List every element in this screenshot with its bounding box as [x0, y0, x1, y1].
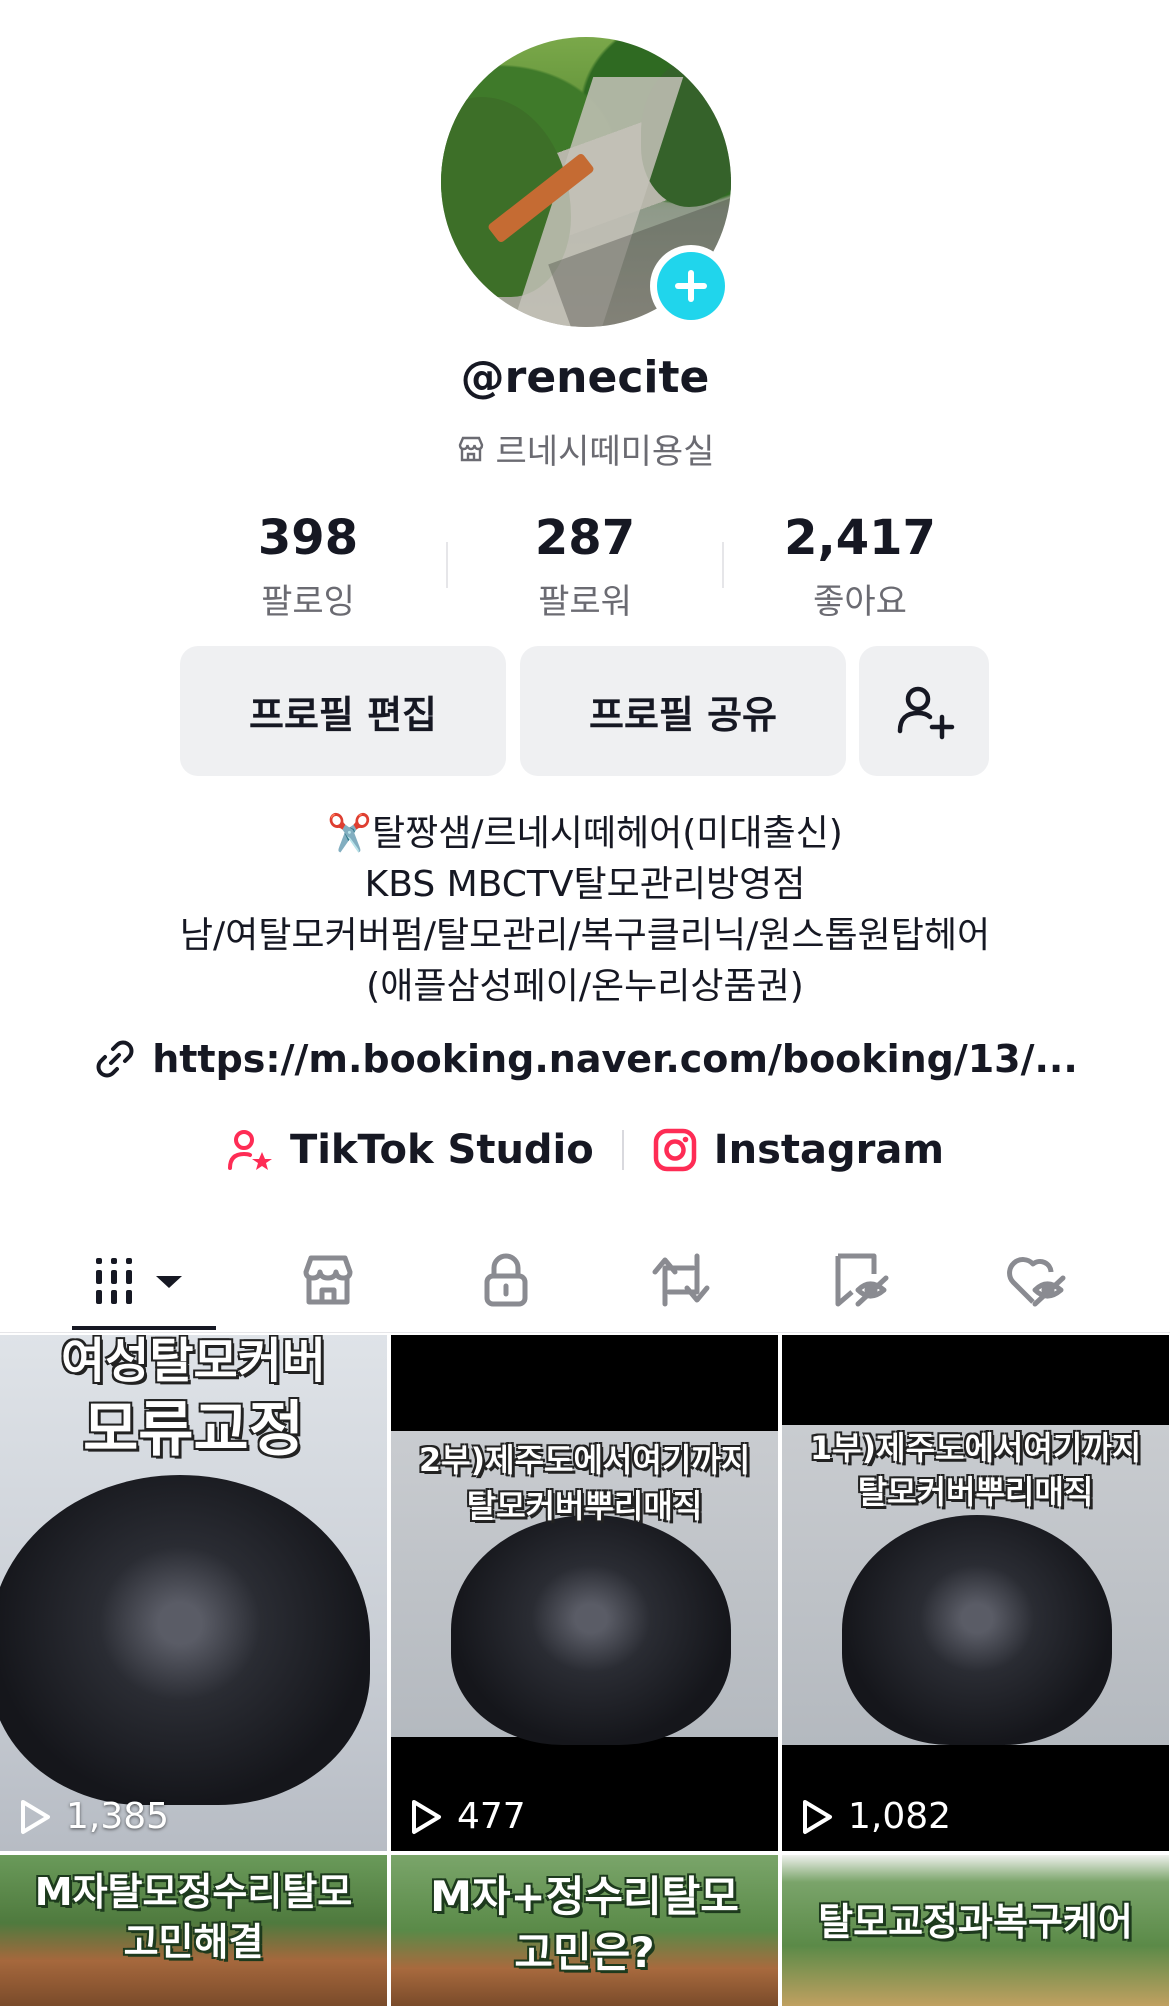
video-tile[interactable]: M자+정수리탈모 고민은?	[391, 1855, 778, 2006]
edit-profile-button[interactable]: 프로필 편집	[180, 646, 506, 776]
stat-divider	[446, 542, 448, 588]
view-count: 1,385	[18, 1796, 169, 1837]
tiktok-studio-label: TikTok Studio	[289, 1127, 594, 1173]
tab-shop[interactable]	[288, 1240, 368, 1320]
bio-line: (애플삼성페이/온누리상품권)	[366, 966, 804, 1007]
chevron-down-icon	[156, 1276, 182, 1288]
instagram-link[interactable]: Instagram	[652, 1127, 944, 1173]
play-icon	[21, 1799, 50, 1834]
view-count: 1,082	[800, 1796, 951, 1837]
video-caption-top: 2부)제주도에서여기까지	[418, 1441, 751, 1479]
tab-divider	[0, 1332, 1170, 1333]
store-icon	[458, 436, 483, 461]
profile-link[interactable]: https://m.booking.naver.com/booking/13/.…	[0, 1036, 1170, 1082]
instagram-label: Instagram	[713, 1127, 945, 1173]
followers-label: 팔로워	[538, 582, 632, 622]
video-tile[interactable]: 여성탈모커버 모류교정 1,385	[0, 1335, 387, 1851]
view-count-value: 1,385	[66, 1796, 170, 1837]
following-stat[interactable]: 398 팔로잉	[208, 510, 408, 623]
video-tile[interactable]: 탈모교정과복구케어	[782, 1855, 1169, 2006]
tab-liked[interactable]	[996, 1240, 1076, 1320]
likes-count: 2,417	[784, 510, 936, 566]
link-icon	[96, 1040, 134, 1078]
followers-stat[interactable]: 287 팔로워	[485, 510, 685, 623]
video-caption-top: 1부)제주도에서여기까지	[809, 1429, 1142, 1467]
bio-line: 남/여탈모커버펌/탈모관리/복구클리닉/원스톱원탑헤어	[179, 915, 991, 956]
likes-label: 좋아요	[813, 582, 907, 622]
username: @renecite	[460, 352, 710, 403]
bio-line: KBS MBCTV탈모관리방영점	[364, 864, 806, 905]
play-icon	[412, 1799, 441, 1834]
tiktok-studio-link[interactable]: TikTok Studio	[226, 1126, 594, 1174]
tab-reposts[interactable]	[641, 1240, 721, 1320]
bio: ✂️탈짱샘/르네시떼헤어(미대출신) KBS MBCTV탈모관리방영점 남/여탈…	[0, 808, 1170, 1012]
video-caption-top: M자+정수리탈모	[430, 1872, 739, 1921]
profile-link-url: https://m.booking.naver.com/booking/13/.…	[152, 1037, 1078, 1081]
likes-stat[interactable]: 2,417 좋아요	[760, 510, 960, 623]
plus-icon	[675, 270, 707, 302]
business-name[interactable]: 르네시떼미용실	[0, 424, 1170, 473]
add-story-button[interactable]	[650, 245, 732, 327]
heart-hidden-icon	[1007, 1257, 1066, 1307]
video-caption: 탈모커버뿌리매직	[466, 1487, 703, 1525]
video-caption-top: M자탈모정수리탈모	[34, 1870, 353, 1914]
shop-icon	[303, 1255, 353, 1305]
lock-icon	[484, 1253, 528, 1307]
add-friend-button[interactable]	[859, 646, 989, 776]
play-icon	[803, 1799, 832, 1834]
video-caption: 고민은?	[514, 1928, 655, 1977]
video-tile[interactable]: 1부)제주도에서여기까지 탈모커버뿌리매직 1,082	[782, 1335, 1169, 1851]
creator-star-icon	[227, 1130, 272, 1170]
video-caption-top: 탈모교정과복구케어	[818, 1900, 1133, 1944]
video-tile[interactable]: 2부)제주도에서여기까지 탈모커버뿌리매직 477	[391, 1335, 778, 1851]
followers-count: 287	[534, 510, 636, 566]
stat-divider	[722, 542, 724, 588]
repost-icon	[652, 1253, 710, 1307]
business-name-label: 르네시떼미용실	[495, 432, 715, 472]
grid-icon	[96, 1258, 182, 1304]
external-links: TikTok Studio Instagram	[0, 1126, 1170, 1174]
following-label: 팔로잉	[261, 582, 355, 622]
bookmark-hidden-icon	[835, 1253, 889, 1307]
bio-line: ✂️탈짱샘/르네시떼헤어(미대출신)	[327, 813, 843, 854]
view-count-value: 1,082	[848, 1796, 952, 1837]
instagram-icon	[653, 1128, 696, 1172]
tab-private[interactable]	[466, 1240, 546, 1320]
add-user-icon	[897, 686, 955, 740]
video-caption: 모류교정	[83, 1395, 304, 1465]
view-count: 477	[409, 1796, 526, 1837]
video-caption: 탈모커버뿌리매직	[857, 1473, 1094, 1511]
following-count: 398	[257, 510, 359, 566]
view-count-value: 477	[457, 1796, 526, 1837]
video-caption: 고민해결	[123, 1920, 264, 1964]
active-tab-indicator	[72, 1326, 216, 1330]
link-separator	[621, 1130, 624, 1170]
tab-videos[interactable]	[72, 1240, 216, 1320]
tab-favorites[interactable]	[820, 1240, 900, 1320]
video-tile[interactable]: M자탈모정수리탈모 고민해결	[0, 1855, 387, 2006]
share-profile-button[interactable]: 프로필 공유	[520, 646, 846, 776]
